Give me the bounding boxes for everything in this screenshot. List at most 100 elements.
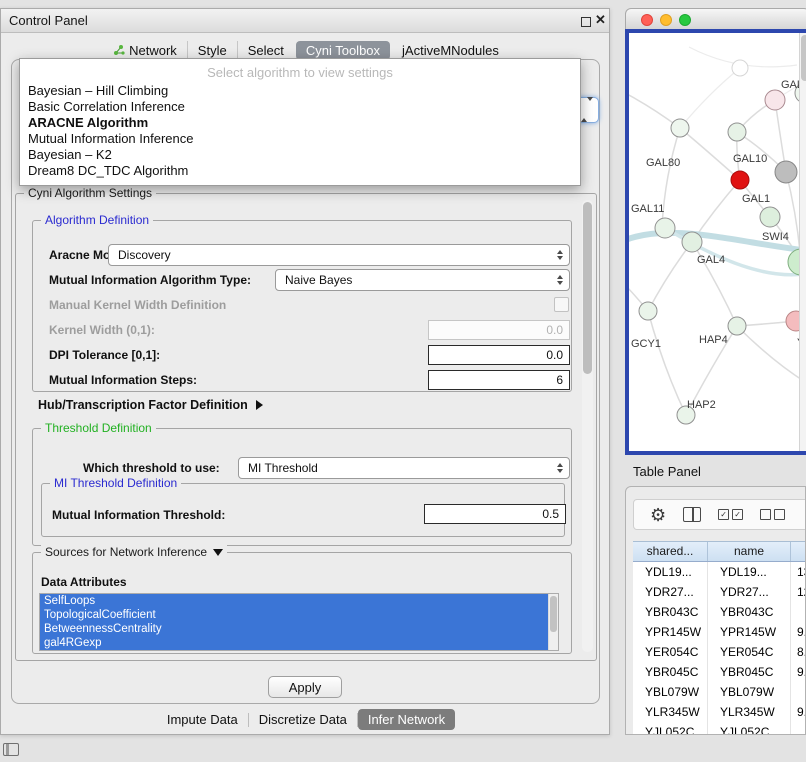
network-node[interactable]	[732, 60, 748, 76]
dpi-tolerance-input[interactable]	[428, 345, 570, 365]
dropdown-item-dream8[interactable]: Dream8 DC_TDC Algorithm	[20, 163, 580, 179]
gear-icon[interactable]: ⚙	[650, 506, 666, 524]
node-label: GAL1	[742, 193, 770, 205]
scrollbar-thumb[interactable]	[550, 596, 557, 632]
network-node[interactable]	[760, 207, 780, 227]
zoom-traffic-light[interactable]	[679, 14, 691, 26]
attributes-list-scrollbar[interactable]	[548, 594, 558, 650]
table-row[interactable]: YLR345WYLR345W9.	[633, 702, 806, 722]
network-node[interactable]	[765, 90, 785, 110]
which-threshold-select[interactable]: MI Threshold	[238, 457, 570, 479]
sources-expander[interactable]: Sources for Network Inference	[41, 545, 227, 559]
network-node-red[interactable]	[731, 171, 749, 189]
network-node[interactable]	[728, 317, 746, 335]
apply-button[interactable]: Apply	[268, 676, 342, 698]
mi-threshold-input[interactable]	[424, 504, 566, 524]
combo-arrows-icon	[557, 250, 569, 260]
network-canvas[interactable]: GAL GAL80 GAL10 GAL11 GAL1 SWI4 GAL4 GCY…	[629, 33, 806, 451]
network-scrollbar[interactable]	[799, 33, 806, 451]
tab-impute-data[interactable]: Impute Data	[157, 709, 248, 730]
float-window-icon[interactable]	[581, 17, 591, 27]
close-traffic-light[interactable]	[641, 14, 653, 26]
columns-icon[interactable]	[683, 507, 701, 522]
tab-infer-network[interactable]: Infer Network	[358, 709, 455, 730]
network-view-frame: GAL GAL80 GAL10 GAL11 GAL1 SWI4 GAL4 GCY…	[625, 29, 806, 455]
table-row[interactable]: YBR045CYBR045C9.	[633, 662, 806, 682]
tab-discretize-data[interactable]: Discretize Data	[249, 709, 357, 730]
list-item-selfloops[interactable]: SelfLoops	[40, 594, 548, 608]
checked-box-icon	[718, 509, 729, 520]
table-row[interactable]: YDR27...YDR27...12	[633, 582, 806, 602]
scrollbar-thumb[interactable]	[583, 202, 592, 374]
network-icon	[113, 44, 125, 56]
dropdown-item-basic-correlation[interactable]: Basic Correlation Inference	[20, 99, 580, 115]
settings-group-title: Cyni Algorithm Settings	[24, 186, 156, 200]
table-toolbar: ⚙	[633, 499, 806, 530]
scrollbar-thumb[interactable]	[801, 35, 806, 81]
mi-steps-label: Mutual Information Steps:	[49, 373, 197, 387]
mi-steps-input[interactable]	[428, 370, 570, 390]
network-node[interactable]	[671, 119, 689, 137]
settings-scrollbar[interactable]	[582, 200, 593, 652]
tab-cyni-toolbox[interactable]: Cyni Toolbox	[296, 41, 390, 60]
column-header-name[interactable]: name	[708, 542, 791, 561]
node-label: GCY1	[631, 338, 661, 350]
tab-jactivemnodules[interactable]: jActiveMNodules	[392, 41, 509, 60]
aracne-mode-select[interactable]: Discovery	[108, 244, 570, 266]
sources-title: Sources for Network Inference	[45, 545, 207, 559]
tab-label: Cyni Toolbox	[306, 43, 380, 58]
which-threshold-value: MI Threshold	[248, 461, 318, 475]
network-node-gray[interactable]	[775, 161, 797, 183]
expander-right-icon	[256, 400, 263, 410]
node-label: HAP4	[699, 334, 728, 346]
network-node[interactable]	[728, 123, 746, 141]
dropdown-item-mutual-information[interactable]: Mutual Information Inference	[20, 131, 580, 147]
table-row[interactable]: YPR145WYPR145W9.	[633, 622, 806, 642]
network-window-titlebar[interactable]	[625, 8, 806, 29]
control-panel-titlebar[interactable]: Control Panel ✕	[1, 9, 609, 33]
dropdown-item-aracne[interactable]: ARACNE Algorithm	[20, 115, 580, 131]
deselect-all-icon[interactable]	[760, 509, 785, 520]
threshold-definition-title: Threshold Definition	[41, 421, 156, 435]
table-row[interactable]: YBR043CYBR043C	[633, 602, 806, 622]
minimize-traffic-light[interactable]	[660, 14, 672, 26]
combo-arrows-icon	[581, 101, 593, 119]
column-header-partial[interactable]	[791, 542, 806, 561]
table-row[interactable]: YER054CYER054C8.	[633, 642, 806, 662]
table-row[interactable]: YDL19...YDL19...13	[633, 562, 806, 582]
column-header-shared[interactable]: shared...	[633, 542, 708, 561]
algorithm-definition-title: Algorithm Definition	[41, 213, 153, 227]
tab-network[interactable]: Network	[103, 41, 187, 60]
list-item-topologicalcoefficient[interactable]: TopologicalCoefficient	[40, 608, 548, 622]
combo-arrows-icon	[557, 275, 569, 285]
expander-down-icon	[213, 549, 223, 556]
node-label: GAL4	[697, 254, 725, 266]
node-label: SWI4	[762, 231, 789, 243]
mi-threshold-label: Mutual Information Threshold:	[52, 508, 225, 522]
dropdown-item-bayesian-k2[interactable]: Bayesian – K2	[20, 147, 580, 163]
tab-label: Network	[129, 43, 177, 58]
network-node[interactable]	[655, 218, 675, 238]
checked-box-icon	[732, 509, 743, 520]
list-item-gal4rgexp[interactable]: gal4RGexp	[40, 636, 548, 650]
hub-definition-expander[interactable]: Hub/Transcription Factor Definition	[38, 398, 263, 412]
window-title: Control Panel	[9, 13, 88, 28]
data-attributes-list[interactable]: SelfLoops TopologicalCoefficient Between…	[39, 593, 559, 651]
select-all-icon[interactable]	[718, 509, 743, 520]
mi-algorithm-type-select[interactable]: Naive Bayes	[275, 269, 570, 291]
tab-select[interactable]: Select	[237, 41, 294, 60]
dropdown-item-bayesian-hill-climbing[interactable]: Bayesian – Hill Climbing	[20, 83, 580, 99]
node-label: GAL11	[631, 203, 664, 215]
minimized-panel-icon[interactable]	[3, 743, 19, 756]
tab-style[interactable]: Style	[187, 41, 237, 60]
close-window-icon[interactable]: ✕	[595, 12, 606, 28]
manual-kernel-label: Manual Kernel Width Definition	[49, 298, 226, 312]
combo-arrows-icon	[557, 463, 569, 473]
table-panel: ⚙ shared... name YDL19...YDL19...13 YDR2…	[625, 486, 806, 735]
table-row[interactable]: YBL079WYBL079W	[633, 682, 806, 702]
list-item-betweennesscentrality[interactable]: BetweennessCentrality	[40, 622, 548, 636]
network-node[interactable]	[682, 232, 702, 252]
bottom-tab-bar: Impute Data Discretize Data Infer Networ…	[1, 709, 611, 730]
table-row[interactable]: YJL052CYJL052C	[633, 722, 806, 735]
network-node[interactable]	[639, 302, 657, 320]
